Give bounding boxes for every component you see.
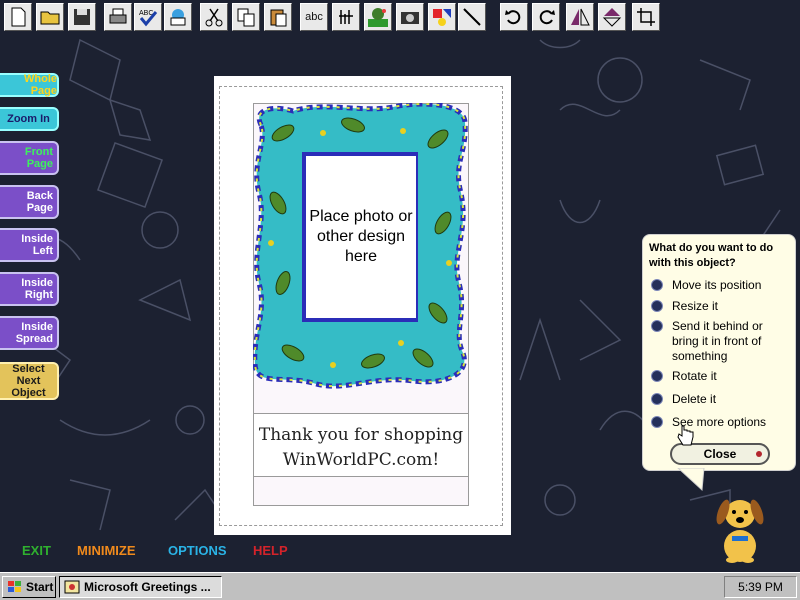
text-icon[interactable]: abc (300, 3, 328, 31)
option-label: Resize it (672, 299, 719, 313)
send-mail-icon[interactable] (164, 3, 192, 31)
radio-icon (651, 300, 663, 312)
radio-icon (651, 370, 663, 382)
taskbar-app-label: Microsoft Greetings ... (84, 580, 211, 594)
sidebar-item-label: Back Page (26, 190, 53, 214)
radio-icon (651, 320, 663, 332)
option-move[interactable]: Move its position (651, 278, 791, 293)
sidebar-item-inside-right[interactable]: Inside Right (0, 272, 59, 306)
radio-icon (651, 279, 663, 291)
sidebar-item-back-page[interactable]: Back Page (0, 185, 59, 219)
picture-icon[interactable] (364, 3, 392, 31)
crop-icon[interactable] (632, 3, 660, 31)
open-folder-icon[interactable] (36, 3, 64, 31)
greetings-app-icon (64, 580, 80, 594)
message-line-2: WinWorldPC.com! (282, 450, 440, 470)
copy-icon[interactable] (232, 3, 260, 31)
camera-icon[interactable] (396, 3, 424, 31)
save-disk-icon[interactable] (68, 3, 96, 31)
options-menu[interactable]: OPTIONS (168, 543, 227, 558)
bubble-question: What do you want to do with this object? (649, 242, 774, 269)
redo-icon[interactable] (532, 3, 560, 31)
sidebar-item-label: Front Page (24, 146, 53, 170)
dog-assistant-icon[interactable] (710, 488, 770, 564)
spell-check-icon[interactable]: ABC (134, 3, 162, 31)
message-line-1: Thank you for shopping (258, 425, 464, 445)
hand-cursor-icon (677, 425, 694, 446)
text-icon-label: abc (305, 11, 323, 23)
taskbar-app-button[interactable]: Microsoft Greetings ... (59, 576, 222, 598)
option-label: Send it behind or bring it in front of s… (672, 319, 763, 363)
option-rotate[interactable]: Rotate it (651, 369, 791, 384)
line-icon[interactable] (458, 3, 486, 31)
sidebar-item-label: Select Next Object (11, 363, 46, 399)
option-label: Delete it (672, 392, 717, 406)
paste-icon[interactable] (264, 3, 292, 31)
close-indicator-icon (756, 451, 762, 457)
option-label: Move its position (672, 278, 762, 292)
cut-icon[interactable] (200, 3, 228, 31)
option-more[interactable]: See more options (651, 415, 791, 430)
sidebar-item-label: Inside Left (21, 233, 53, 257)
undo-icon[interactable] (500, 3, 528, 31)
print-icon[interactable] (104, 3, 132, 31)
windows-logo-icon (8, 581, 21, 592)
toolbar: ABC abc (0, 0, 800, 34)
option-resize[interactable]: Resize it (651, 299, 791, 314)
option-delete[interactable]: Delete it (651, 392, 791, 407)
radio-icon (651, 393, 663, 405)
option-label: Rotate it (672, 369, 717, 383)
start-label: Start (26, 580, 54, 594)
sidebar-item-inside-spread[interactable]: Inside Spread (0, 316, 59, 350)
sidebar-item-label: Inside Spread (15, 321, 53, 345)
exit-menu[interactable]: EXIT (22, 543, 51, 558)
sidebar-item-inside-left[interactable]: Inside Left (0, 228, 59, 262)
sidebar-item-whole-page[interactable]: Whole Page (0, 73, 59, 97)
radio-icon (651, 416, 663, 428)
sidebar-item-zoom-in[interactable]: Zoom In (0, 107, 59, 131)
sidebar-item-select-next-object[interactable]: Select Next Object (0, 362, 59, 400)
shapes-icon[interactable] (428, 3, 456, 31)
start-button[interactable]: Start (2, 576, 56, 598)
photo-placeholder[interactable]: Place photo or other design here (306, 156, 416, 318)
bubble-tail (677, 468, 705, 492)
minimize-menu[interactable]: MINIMIZE (77, 543, 136, 558)
flip-icon[interactable] (566, 3, 594, 31)
system-tray-clock: 5:39 PM (724, 576, 797, 598)
option-order[interactable]: Send it behind or bring it in front of s… (651, 319, 791, 364)
sidebar-item-label: Inside Right (21, 277, 53, 301)
flip-vertical-icon[interactable] (598, 3, 626, 31)
word-art-icon[interactable] (332, 3, 360, 31)
new-icon[interactable] (4, 3, 32, 31)
sidebar-item-front-page[interactable]: Front Page (0, 141, 59, 175)
help-menu[interactable]: HELP (253, 543, 288, 558)
